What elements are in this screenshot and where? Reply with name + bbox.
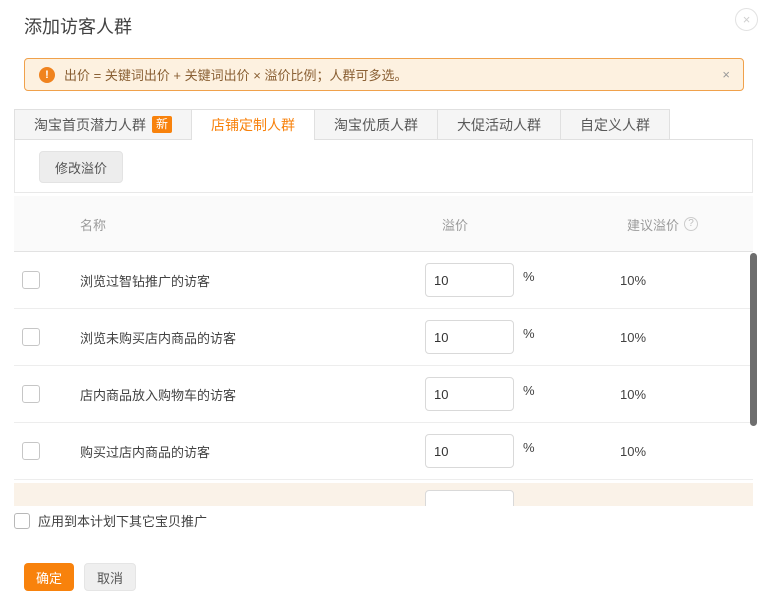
audience-name: 店内商品放入购物车的访客 [80,366,236,422]
suggested-premium-value: 10% [620,309,646,365]
tab-bar: 淘宝首页潜力人群 新 店铺定制人群 淘宝优质人群 大促活动人群 自定义人群 [14,110,753,140]
tab-label: 店铺定制人群 [211,115,295,135]
new-badge: 新 [152,116,172,133]
table-row: 浏览过智钻推广的访客 % 10% [14,252,753,309]
column-header-suggested: 建议溢价 ? [627,196,698,252]
suggested-premium-value: 10% [620,252,646,308]
column-header-name: 名称 [80,196,106,252]
row-checkbox[interactable] [22,385,40,403]
row-checkbox[interactable] [22,271,40,289]
apply-checkbox-label: 应用到本计划下其它宝贝推广 [38,511,207,530]
table-row: 购买过店内商品的访客 % 10% [14,423,753,480]
audience-name: 浏览未购买店内商品的访客 [80,309,236,365]
column-header-suggested-label: 建议溢价 [627,215,679,234]
notice-banner: ! 出价 = 关键词出价 + 关键词出价 × 溢价比例；人群可多选。 × [24,58,744,91]
tab-custom-audience[interactable]: 自定义人群 [560,109,670,139]
premium-input[interactable] [425,434,514,468]
premium-input[interactable] [425,320,514,354]
audience-name: 浏览过智钻推广的访客 [80,252,210,308]
tab-label: 淘宝优质人群 [334,115,418,135]
notice-close-icon[interactable]: × [722,67,730,83]
cancel-button[interactable]: 取消 [84,563,136,591]
row-checkbox[interactable] [22,328,40,346]
apply-to-other-items-row: 应用到本计划下其它宝贝推广 [14,511,207,530]
alert-icon: ! [39,67,55,83]
tab-label: 淘宝首页潜力人群 [34,115,146,135]
close-icon[interactable]: × [735,8,758,31]
table-header: 名称 溢价 建议溢价 ? [14,196,753,252]
suggested-premium-value: 10% [620,366,646,422]
audience-name: 购买过店内商品的访客 [80,423,210,479]
tab-shop-custom-audience[interactable]: 店铺定制人群 [191,109,315,140]
tab-label: 自定义人群 [580,115,650,135]
confirm-button[interactable]: 确定 [24,563,74,591]
column-header-premium: 溢价 [442,196,468,252]
premium-input[interactable] [425,377,514,411]
tab-label: 大促活动人群 [457,115,541,135]
percent-sign: % [523,269,535,284]
page-title: 添加访客人群 [24,13,132,39]
table-row: 浏览未购买店内商品的访客 % 10% [14,309,753,366]
table-row-partially-scrolled [14,483,753,506]
percent-sign: % [523,326,535,341]
help-icon[interactable]: ? [684,217,698,231]
row-checkbox[interactable] [22,442,40,460]
apply-checkbox[interactable] [14,513,30,529]
notice-text: 出价 = 关键词出价 + 关键词出价 × 溢价比例；人群可多选。 [64,65,407,84]
percent-sign: % [523,440,535,455]
scrollbar-thumb[interactable] [750,253,757,426]
tab-taobao-homepage-potential[interactable]: 淘宝首页潜力人群 新 [14,109,192,139]
tab-promotion-event-audience[interactable]: 大促活动人群 [437,109,561,139]
tab-content-panel: 修改溢价 [14,140,753,193]
audience-table-body: 浏览过智钻推广的访客 % 10% 浏览未购买店内商品的访客 % 10% 店内商品… [14,252,753,506]
percent-sign: % [523,383,535,398]
tab-taobao-quality-audience[interactable]: 淘宝优质人群 [314,109,438,139]
table-row: 店内商品放入购物车的访客 % 10% [14,366,753,423]
modify-premium-button[interactable]: 修改溢价 [39,151,123,183]
premium-input[interactable] [425,490,514,506]
premium-input[interactable] [425,263,514,297]
suggested-premium-value: 10% [620,423,646,479]
